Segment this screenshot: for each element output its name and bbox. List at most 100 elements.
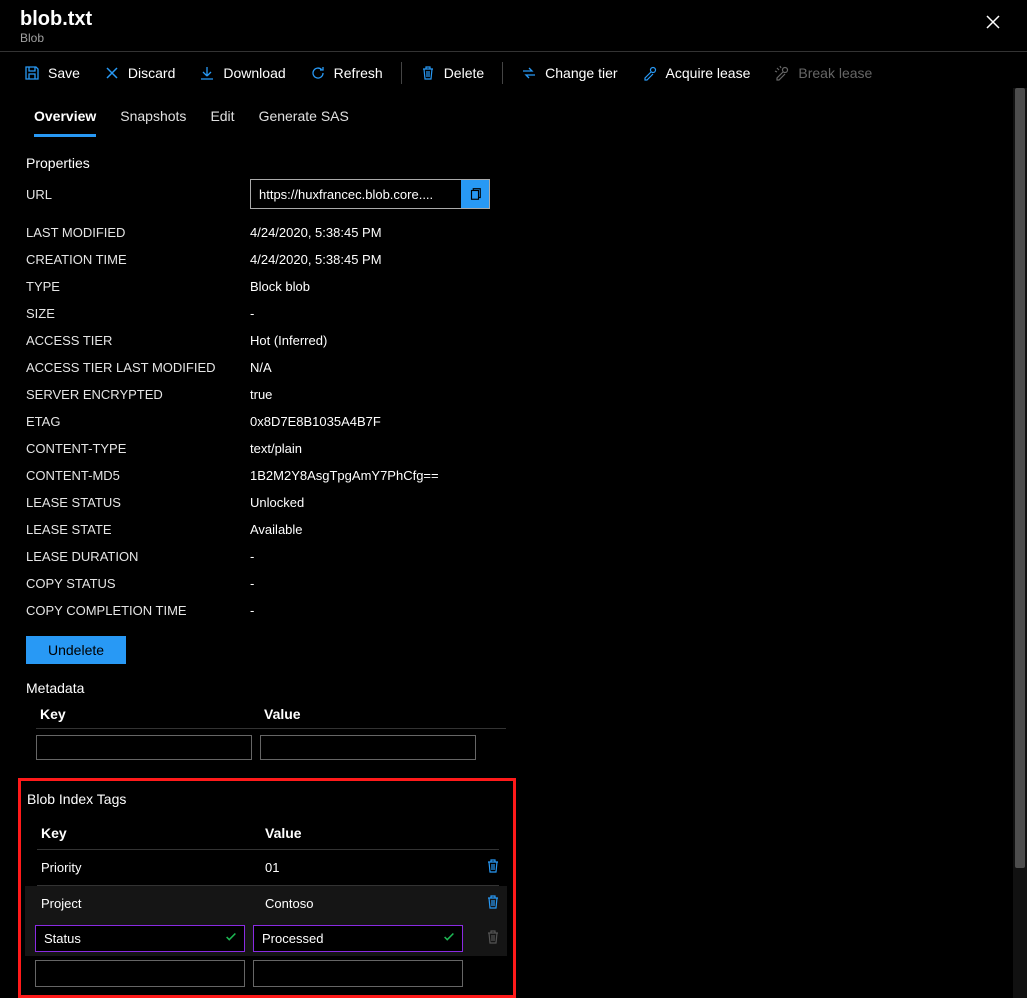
page-subtitle: Blob — [20, 31, 92, 45]
tags-headers: Key Value — [25, 809, 507, 849]
tag-value-wrap — [253, 925, 463, 952]
value-content-md5: 1B2M2Y8AsgTpgAmY7PhCfg== — [250, 468, 439, 483]
value-server-encrypted: true — [250, 387, 272, 402]
label-access-tier-lm: ACCESS TIER LAST MODIFIED — [26, 360, 250, 375]
properties-section: Properties URL LAST MODIFIED4/24/2020, 5… — [0, 137, 1023, 668]
check-icon — [224, 930, 238, 947]
value-lease-duration: - — [250, 549, 254, 564]
save-button[interactable]: Save — [12, 58, 92, 88]
panel-header: blob.txt Blob — [0, 0, 1027, 51]
label-creation-time: CREATION TIME — [26, 252, 250, 267]
value-etag: 0x8D7E8B1035A4B7F — [250, 414, 381, 429]
metadata-title: Metadata — [26, 680, 1023, 696]
label-copy-status: COPY STATUS — [26, 576, 250, 591]
label-content-md5: CONTENT-MD5 — [26, 468, 250, 483]
value-creation-time: 4/24/2020, 5:38:45 PM — [250, 252, 382, 267]
check-icon — [442, 930, 456, 947]
tag-key-wrap — [35, 925, 245, 952]
close-button[interactable] — [979, 8, 1007, 41]
label-lease-duration: LEASE DURATION — [26, 549, 250, 564]
copy-url-button[interactable] — [461, 180, 489, 208]
label-last-modified: LAST MODIFIED — [26, 225, 250, 240]
value-access-tier-lm: N/A — [250, 360, 272, 375]
delete-label: Delete — [444, 65, 484, 81]
value-last-modified: 4/24/2020, 5:38:45 PM — [250, 225, 382, 240]
metadata-value-input[interactable] — [260, 735, 476, 760]
tag-key-input[interactable] — [36, 926, 224, 951]
delete-button[interactable]: Delete — [408, 58, 496, 88]
value-type: Block blob — [250, 279, 310, 294]
label-access-tier: ACCESS TIER — [26, 333, 250, 348]
download-label: Download — [223, 65, 285, 81]
copy-icon — [468, 187, 482, 201]
tag-delete-button[interactable] — [485, 929, 501, 948]
metadata-key-input[interactable] — [36, 735, 252, 760]
tag-value: 01 — [265, 860, 465, 875]
label-size: SIZE — [26, 306, 250, 321]
tag-delete-button[interactable] — [485, 894, 501, 913]
label-content-type: CONTENT-TYPE — [26, 441, 250, 456]
tab-overview[interactable]: Overview — [34, 102, 96, 137]
save-icon — [24, 65, 40, 81]
close-icon — [985, 14, 1001, 30]
change-tier-label: Change tier — [545, 65, 617, 81]
acquire-lease-icon — [642, 65, 658, 81]
blob-panel: blob.txt Blob Save Discard Download Refr… — [0, 0, 1027, 998]
label-type: TYPE — [26, 279, 250, 294]
content-area: Overview Snapshots Edit Generate SAS Pro… — [0, 94, 1027, 998]
metadata-row — [26, 735, 1023, 760]
change-tier-button[interactable]: Change tier — [509, 58, 629, 88]
value-lease-status: Unlocked — [250, 495, 304, 510]
tag-delete-button[interactable] — [485, 858, 501, 877]
download-button[interactable]: Download — [187, 58, 297, 88]
tag-empty-row — [25, 956, 507, 989]
properties-title: Properties — [26, 155, 1023, 171]
trash-icon — [485, 858, 501, 874]
label-server-encrypted: SERVER ENCRYPTED — [26, 387, 250, 402]
url-input[interactable] — [251, 183, 461, 206]
label-lease-status: LEASE STATUS — [26, 495, 250, 510]
tags-title: Blob Index Tags — [25, 787, 507, 809]
discard-button[interactable]: Discard — [92, 58, 187, 88]
tab-generate-sas[interactable]: Generate SAS — [259, 102, 349, 137]
value-copy-completion: - — [250, 603, 254, 618]
value-access-tier: Hot (Inferred) — [250, 333, 327, 348]
tag-key-input[interactable] — [36, 961, 238, 986]
discard-label: Discard — [128, 65, 175, 81]
toolbar: Save Discard Download Refresh Delete Cha… — [0, 52, 1027, 94]
label-url: URL — [26, 187, 250, 202]
tag-row: Priority 01 — [25, 850, 507, 885]
tag-value-input[interactable] — [254, 961, 456, 986]
change-tier-icon — [521, 65, 537, 81]
url-field — [250, 179, 490, 209]
trash-icon — [485, 894, 501, 910]
tag-editing-row — [25, 921, 507, 956]
undelete-button[interactable]: Undelete — [26, 636, 126, 664]
delete-icon — [420, 65, 436, 81]
metadata-section: Metadata Key Value — [0, 668, 1023, 760]
tab-edit[interactable]: Edit — [210, 102, 234, 137]
tag-key-wrap — [35, 960, 245, 987]
scrollbar-thumb[interactable] — [1015, 88, 1025, 868]
discard-icon — [104, 65, 120, 81]
tag-value-wrap — [253, 960, 463, 987]
tags-header-value: Value — [265, 825, 465, 841]
metadata-headers: Key Value — [26, 706, 1023, 722]
tab-snapshots[interactable]: Snapshots — [120, 102, 186, 137]
tab-bar: Overview Snapshots Edit Generate SAS — [0, 94, 1023, 137]
value-content-type: text/plain — [250, 441, 302, 456]
value-lease-state: Available — [250, 522, 303, 537]
tags-header-key: Key — [41, 825, 265, 841]
break-lease-icon — [774, 65, 790, 81]
tag-value-input[interactable] — [254, 926, 442, 951]
label-copy-completion: COPY COMPLETION TIME — [26, 603, 250, 618]
acquire-lease-button[interactable]: Acquire lease — [630, 58, 763, 88]
scrollbar[interactable] — [1013, 88, 1027, 998]
value-copy-status: - — [250, 576, 254, 591]
refresh-icon — [310, 65, 326, 81]
refresh-button[interactable]: Refresh — [298, 58, 395, 88]
label-lease-state: LEASE STATE — [26, 522, 250, 537]
blob-index-tags-section: Blob Index Tags Key Value Priority 01 Pr… — [18, 778, 516, 998]
value-size: - — [250, 306, 254, 321]
tag-key: Priority — [41, 860, 265, 875]
